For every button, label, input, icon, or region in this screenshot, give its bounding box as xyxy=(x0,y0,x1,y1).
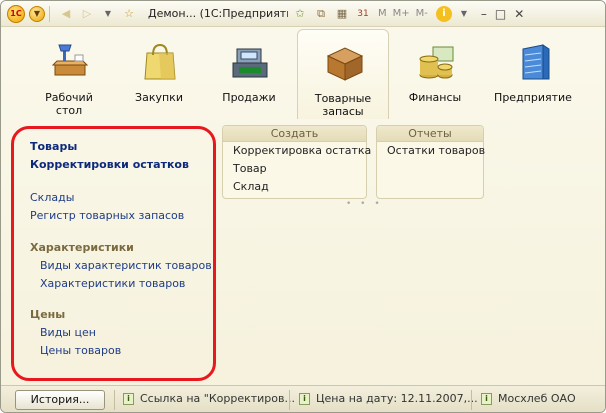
favorites-star-icon[interactable]: ☆ xyxy=(120,5,138,23)
coins-icon xyxy=(419,46,454,79)
nav-link-price-types[interactable]: Виды цен xyxy=(40,326,96,339)
status-bar: История... i Ссылка на "Корректиров... i… xyxy=(1,385,605,412)
navigation-panel: Товары Корректировки остатков Склады Рег… xyxy=(11,126,216,381)
section-label: Финансы xyxy=(408,91,462,104)
back-arrow-icon[interactable]: ◀ xyxy=(57,5,75,23)
nav-link-goods[interactable]: Товары xyxy=(30,140,77,153)
notification-text: Ссылка на "Корректиров... xyxy=(140,392,295,405)
info-note-icon: i xyxy=(299,392,310,405)
sections-panel: Рабочий стол Закупки Продажи Товарные за… xyxy=(5,29,603,121)
splitter-handle[interactable]: • • • xyxy=(346,199,383,209)
nav-link-goods-characteristics[interactable]: Характеристики товаров xyxy=(40,277,185,290)
separator xyxy=(114,390,115,410)
notification-company[interactable]: i Мосхлеб ОАО xyxy=(481,392,576,405)
create-warehouse[interactable]: Склад xyxy=(223,178,366,196)
section-label: Продажи xyxy=(222,91,276,104)
separator xyxy=(289,390,290,410)
title-bar: 1C ▼ ◀ ▷ ▼ ☆ Демон... (1С:Предприятие) ✩… xyxy=(1,1,605,27)
box-icon xyxy=(326,47,364,81)
nav-link-characteristic-types[interactable]: Виды характеристик товаров xyxy=(40,259,212,272)
memory-m-button[interactable]: M xyxy=(378,8,387,19)
cash-register-icon xyxy=(232,48,268,78)
separator xyxy=(49,5,50,22)
create-panel: Создать Корректировка остатка Товар Скла… xyxy=(222,125,371,199)
section-enterprise[interactable]: Предприятие xyxy=(487,29,579,119)
minimize-icon[interactable]: – xyxy=(481,7,487,21)
shopping-bag-icon xyxy=(144,43,176,80)
section-purchases[interactable]: Закупки xyxy=(113,29,205,119)
forward-arrow-icon[interactable]: ▷ xyxy=(78,5,96,23)
calculator-icon[interactable]: ▦ xyxy=(333,5,351,23)
create-goods[interactable]: Товар xyxy=(223,160,366,178)
close-icon[interactable]: ✕ xyxy=(514,7,524,21)
reports-panel-title: Отчеты xyxy=(377,126,483,142)
nav-group-prices: Цены xyxy=(30,308,66,321)
calendar-icon[interactable]: 31 xyxy=(354,5,372,23)
memory-mminus-button[interactable]: M- xyxy=(416,8,428,19)
app-window: 1C ▼ ◀ ▷ ▼ ☆ Демон... (1С:Предприятие) ✩… xyxy=(0,0,606,413)
nav-link-stock-adjustments[interactable]: Корректировки остатков xyxy=(30,158,189,171)
add-favorite-icon[interactable]: ✩ xyxy=(291,5,309,23)
info-icon[interactable]: i xyxy=(435,5,452,22)
section-finance[interactable]: Финансы xyxy=(389,29,481,119)
separator xyxy=(471,390,472,410)
info-note-icon: i xyxy=(123,392,134,405)
nav-link-goods-prices[interactable]: Цены товаров xyxy=(40,344,121,357)
reports-panel: Отчеты Остатки товаров xyxy=(376,125,485,199)
info-note-icon: i xyxy=(481,392,492,405)
history-dropdown-icon[interactable]: ▼ xyxy=(99,5,117,23)
link-icon[interactable]: ⧉ xyxy=(312,5,330,23)
section-label: Товарные запасы xyxy=(314,92,372,118)
nav-link-inventory-register[interactable]: Регистр товарных запасов xyxy=(30,209,184,222)
section-inventory[interactable]: Товарные запасы xyxy=(297,29,389,119)
notification-price[interactable]: i Цена на дату: 12.11.2007,... xyxy=(299,392,478,405)
1c-logo-icon[interactable]: 1C xyxy=(7,4,25,23)
section-label: Закупки xyxy=(135,91,183,104)
building-icon xyxy=(522,44,550,80)
notification-link[interactable]: i Ссылка на "Корректиров... xyxy=(123,392,295,405)
create-panel-title: Создать xyxy=(223,126,366,142)
maximize-icon[interactable]: □ xyxy=(495,7,506,21)
nav-link-warehouses[interactable]: Склады xyxy=(30,191,74,204)
notification-text: Цена на дату: 12.11.2007,... xyxy=(316,392,478,405)
info-dropdown-icon[interactable]: ▼ xyxy=(455,5,473,23)
history-button[interactable]: История... xyxy=(15,390,105,410)
main-menu-icon[interactable]: ▼ xyxy=(29,5,45,22)
desk-icon xyxy=(51,44,89,76)
section-sales[interactable]: Продажи xyxy=(203,29,295,119)
section-label: Рабочий стол xyxy=(45,91,93,117)
nav-group-characteristics: Характеристики xyxy=(30,241,134,254)
memory-mplus-button[interactable]: M+ xyxy=(393,8,410,19)
section-label: Предприятие xyxy=(494,91,572,104)
window-title: Демон... (1С:Предприятие) xyxy=(148,7,288,20)
notification-text: Мосхлеб ОАО xyxy=(498,392,576,405)
report-stock-balances[interactable]: Остатки товаров xyxy=(377,142,485,160)
section-desktop[interactable]: Рабочий стол xyxy=(23,29,115,119)
create-stock-adjustment[interactable]: Корректировка остатка xyxy=(223,142,371,160)
